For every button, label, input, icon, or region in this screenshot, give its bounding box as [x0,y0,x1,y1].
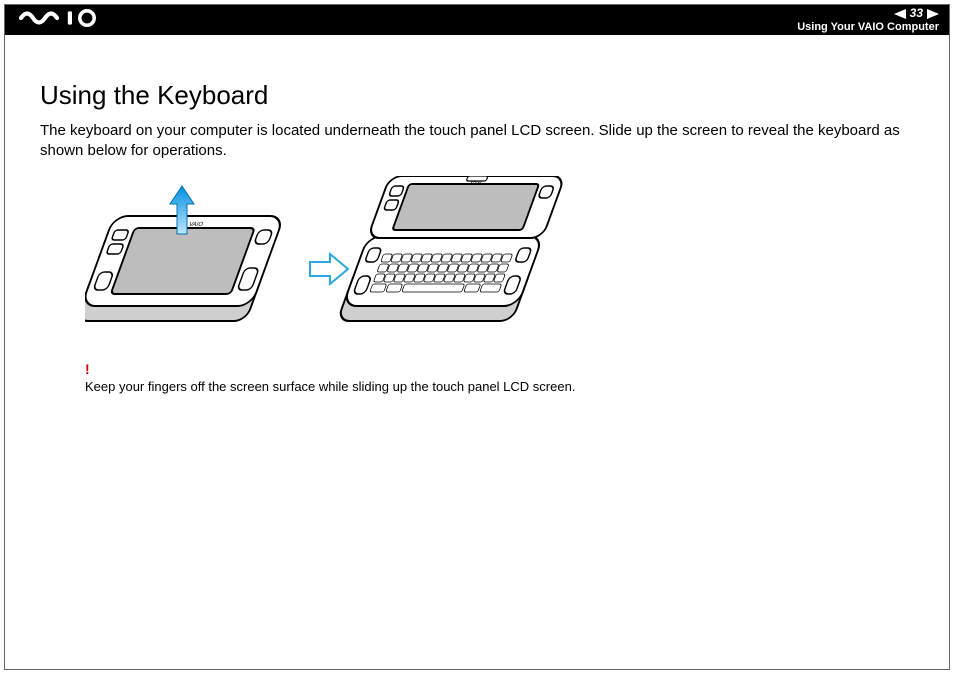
section-label: Using Your VAIO Computer [797,21,939,33]
header-right: 33 Using Your VAIO Computer [797,7,939,32]
header-bar: 33 Using Your VAIO Computer [5,5,949,35]
device-illustration: VAIO [85,176,914,351]
page-nav: 33 [894,7,939,20]
content-area: Using the Keyboard The keyboard on your … [40,80,914,394]
vaio-logo [19,9,119,32]
svg-text:VAIO: VAIO [188,221,205,228]
prev-page-arrow-icon[interactable] [894,9,906,19]
right-arrow-icon [310,254,348,284]
intro-paragraph: The keyboard on your computer is located… [40,121,914,162]
caution-note: ! Keep your fingers off the screen surfa… [85,361,914,394]
caution-mark-icon: ! [85,361,914,377]
page-title: Using the Keyboard [40,80,914,111]
page-number: 33 [910,7,923,20]
caution-text: Keep your fingers off the screen surface… [85,379,575,394]
next-page-arrow-icon[interactable] [927,9,939,19]
